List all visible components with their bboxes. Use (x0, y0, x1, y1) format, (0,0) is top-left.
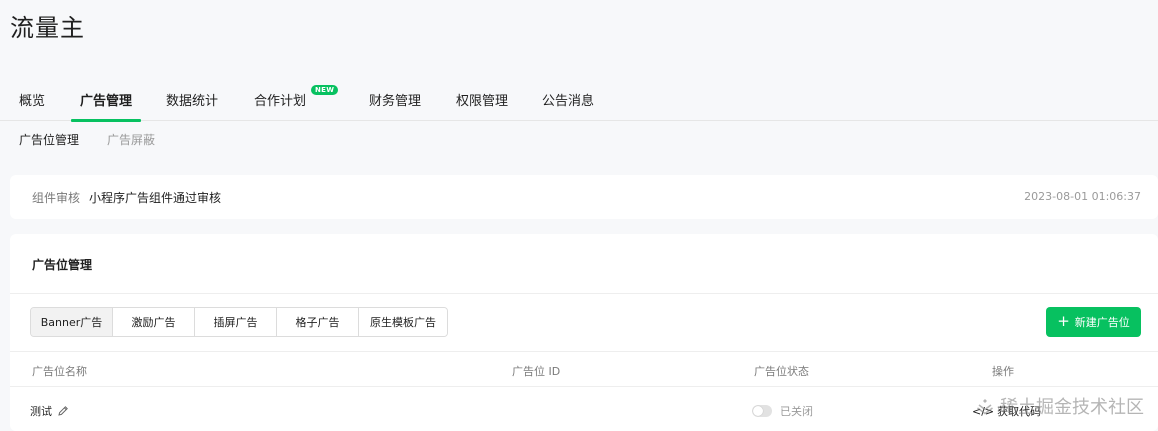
subtab-ad-blocking[interactable]: 广告屏蔽 (107, 131, 155, 148)
column-ad-slot-name: 广告位名称 (32, 365, 87, 378)
card-title: 广告位管理 (32, 258, 93, 272)
page-title: 流量主 (10, 14, 85, 42)
ad-type-selector: Banner广告 激励广告 插屏广告 格子广告 原生模板广告 (30, 307, 448, 337)
column-ad-slot-id: 广告位 ID (512, 365, 561, 378)
tab-data-statistics[interactable]: 数据统计 (166, 90, 218, 121)
tab-cooperation-plan[interactable]: 合作计划 NEW (254, 85, 339, 121)
ad-slot-status: 已关闭 (780, 405, 813, 418)
card-divider (10, 293, 1158, 294)
sub-tab-bar: 广告位管理 广告屏蔽 (0, 128, 1158, 152)
new-ad-slot-button[interactable]: + 新建广告位 (1046, 307, 1141, 337)
juejin-logo-icon (977, 399, 993, 415)
status-toggle[interactable] (752, 405, 772, 417)
tab-finance[interactable]: 财务管理 (369, 90, 421, 121)
type-interstitial-button[interactable]: 插屏广告 (195, 308, 277, 336)
notice-time: 2023-08-01 01:06:37 (1024, 190, 1141, 203)
new-badge: NEW (311, 85, 339, 95)
type-banner-button[interactable]: Banner广告 (31, 308, 113, 336)
notice-text: 小程序广告组件通过审核 (89, 191, 222, 205)
plus-icon: + (1057, 312, 1070, 330)
new-ad-slot-label: 新建广告位 (1074, 316, 1130, 329)
tab-overview[interactable]: 概览 (19, 90, 45, 121)
main-tab-bar: 概览 广告管理 数据统计 合作计划 NEW 财务管理 权限管理 公告消息 (0, 78, 1158, 122)
ad-slot-name: 测试 (30, 405, 52, 418)
pencil-icon[interactable] (57, 405, 69, 417)
column-actions: 操作 (992, 365, 1014, 378)
tab-announcements[interactable]: 公告消息 (542, 90, 594, 121)
notice-card: 组件审核 小程序广告组件通过审核 2023-08-01 01:06:37 (10, 175, 1158, 219)
ad-slot-name-cell: 测试 (30, 403, 69, 419)
type-rewarded-button[interactable]: 激励广告 (113, 308, 195, 336)
type-grid-button[interactable]: 格子广告 (277, 308, 359, 336)
notice-label: 组件审核 (32, 191, 81, 205)
tab-ad-management[interactable]: 广告管理 (70, 90, 142, 122)
tab-permissions[interactable]: 权限管理 (456, 90, 508, 121)
watermark-text: 稀土掘金技术社区 (1000, 397, 1144, 418)
subtab-ad-slot-management[interactable]: 广告位管理 (19, 131, 79, 148)
table-header: 广告位名称 广告位 ID 广告位状态 操作 (10, 351, 1158, 387)
watermark: 稀土掘金技术社区 (976, 393, 1144, 419)
column-ad-slot-status: 广告位状态 (754, 365, 809, 378)
type-native-template-button[interactable]: 原生模板广告 (359, 308, 447, 336)
tab-cooperation-plan-label: 合作计划 (254, 94, 307, 109)
